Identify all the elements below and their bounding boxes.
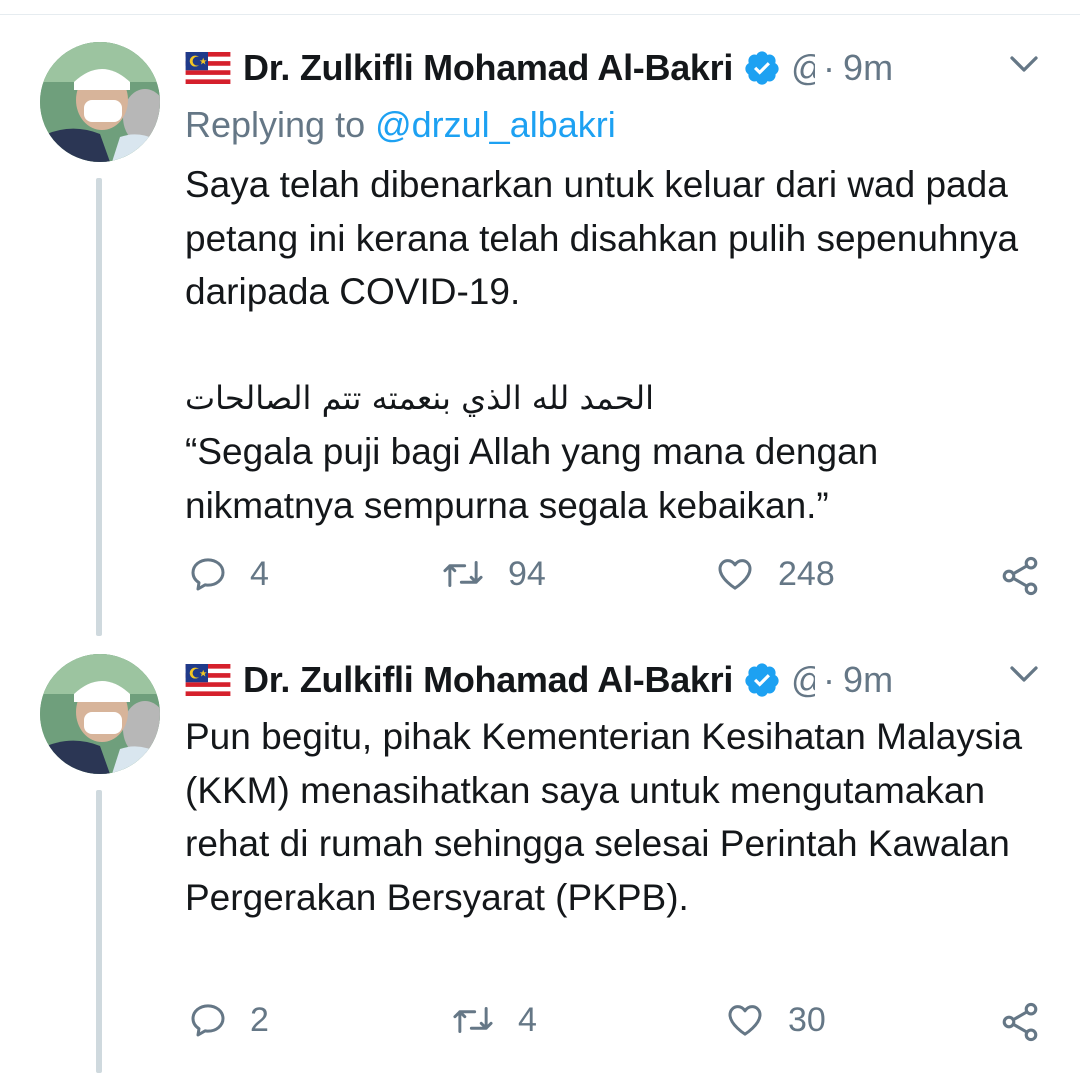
avatar[interactable] <box>40 654 160 774</box>
reply-button[interactable]: 2 <box>188 1000 269 1040</box>
share-button[interactable] <box>998 554 1042 598</box>
reply-button[interactable]: 4 <box>188 554 269 594</box>
separator-dot: · <box>823 47 836 88</box>
like-button[interactable]: 248 <box>714 554 835 594</box>
replying-handle-link[interactable]: @drzul_albakri <box>375 104 616 145</box>
tweet-header: Dr. Zulkifli Mohamad Al-Bakri @ · 9m <box>185 38 893 98</box>
reply-count: 4 <box>250 554 269 593</box>
retweet-icon <box>453 1007 493 1033</box>
separator-dot: · <box>823 659 836 700</box>
tweet-actions: 4 94 248 <box>0 554 1080 604</box>
share-icon <box>1002 556 1038 596</box>
tweet-actions: 2 4 30 <box>0 1000 1080 1050</box>
tweet-time[interactable]: 9m <box>843 47 893 89</box>
reply-icon <box>191 558 225 591</box>
malaysia-flag-icon <box>185 664 231 696</box>
heart-icon <box>728 1005 762 1036</box>
heart-icon <box>718 559 752 590</box>
tweet-text: Pun begitu, pihak Kementerian Kesihatan … <box>185 710 1055 924</box>
retweet-count: 94 <box>508 554 546 593</box>
share-icon <box>1002 1002 1038 1042</box>
tweet-paragraph: Saya telah dibenarkan untuk keluar dari … <box>185 164 1019 312</box>
avatar[interactable] <box>40 42 160 162</box>
avatar-photo <box>40 42 160 162</box>
retweet-button[interactable]: 4 <box>450 1000 537 1040</box>
verified-badge-icon <box>745 663 779 697</box>
like-count: 248 <box>778 554 835 593</box>
reply-count: 2 <box>250 1000 269 1039</box>
retweet-count: 4 <box>518 1000 537 1039</box>
malaysia-flag-icon <box>185 52 231 84</box>
tweet-paragraph: “Segala puji bagi Allah yang mana dengan… <box>185 431 879 526</box>
like-count: 30 <box>788 1000 826 1039</box>
top-divider <box>0 14 1080 15</box>
replying-label: Replying to <box>185 104 376 145</box>
verified-badge-icon <box>745 51 779 85</box>
chevron-down-icon[interactable] <box>1006 656 1042 692</box>
author-name[interactable]: Dr. Zulkifli Mohamad Al-Bakri <box>243 659 733 701</box>
share-button[interactable] <box>998 1000 1042 1044</box>
tweet-arabic-line: الحمد لله الذي بنعمته تتم الصالحات <box>185 378 655 417</box>
like-button[interactable]: 30 <box>724 1000 826 1040</box>
replying-to: Replying to @drzul_albakri <box>185 104 616 146</box>
reply-icon <box>191 1004 225 1037</box>
retweet-icon <box>443 561 483 587</box>
avatar-photo <box>40 654 160 774</box>
author-handle[interactable]: @ <box>791 47 815 89</box>
author-name[interactable]: Dr. Zulkifli Mohamad Al-Bakri <box>243 47 733 89</box>
chevron-down-icon[interactable] <box>1006 46 1042 82</box>
tweet-header: Dr. Zulkifli Mohamad Al-Bakri @ · 9m <box>185 650 893 710</box>
tweet-paragraph: Pun begitu, pihak Kementerian Kesihatan … <box>185 716 1023 918</box>
tweet-text: Saya telah dibenarkan untuk keluar dari … <box>185 158 1055 532</box>
tweet-time[interactable]: 9m <box>843 659 893 701</box>
author-handle[interactable]: @ <box>791 659 815 701</box>
retweet-button[interactable]: 94 <box>440 554 546 594</box>
